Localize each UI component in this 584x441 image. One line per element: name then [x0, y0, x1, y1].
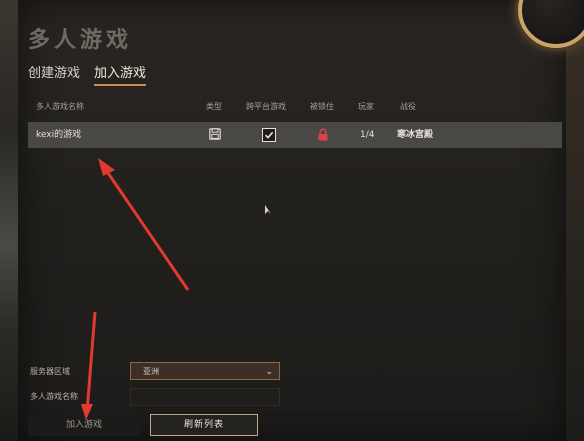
table-row[interactable]: kexi的游戏 1/4 寒冰宫殿 [28, 122, 562, 148]
refresh-list-button[interactable]: 刷新列表 [150, 414, 258, 436]
save-icon [209, 128, 221, 140]
background-left [0, 0, 18, 441]
server-region-value: 亚洲 [143, 367, 159, 376]
column-header-type: 类型 [206, 102, 222, 111]
column-header-name: 多人游戏名称 [36, 102, 84, 111]
column-header-crossplatform: 跨平台游戏 [246, 102, 286, 111]
checkmark-icon [264, 131, 274, 139]
server-region-select[interactable]: 亚洲 ⌄ [130, 362, 280, 380]
game-name-label: 多人游戏名称 [30, 392, 78, 401]
campaign-cell: 寒冰宫殿 [397, 130, 434, 140]
crossplatform-checkbox [262, 128, 276, 142]
tab-create-game[interactable]: 创建游戏 [28, 62, 80, 86]
players-cell: 1/4 [360, 130, 375, 140]
chevron-down-icon: ⌄ [265, 367, 273, 377]
page-title: 多人游戏 [28, 28, 133, 53]
game-name-cell: kexi的游戏 [36, 130, 82, 140]
lock-icon [318, 128, 328, 141]
column-header-locked: 被锁住 [310, 102, 334, 111]
tab-bar: 创建游戏 加入游戏 [28, 62, 147, 86]
background-right [566, 0, 584, 441]
column-header-campaign: 战役 [400, 102, 416, 111]
tab-join-game[interactable]: 加入游戏 [94, 62, 147, 86]
table-header: 多人游戏名称 类型 跨平台游戏 被锁住 玩家 战役 [28, 101, 562, 115]
game-name-input[interactable] [130, 388, 280, 406]
join-game-button[interactable]: 加入游戏 [28, 414, 140, 436]
server-region-label: 服务器区域 [30, 367, 70, 376]
column-header-players: 玩家 [358, 102, 374, 111]
